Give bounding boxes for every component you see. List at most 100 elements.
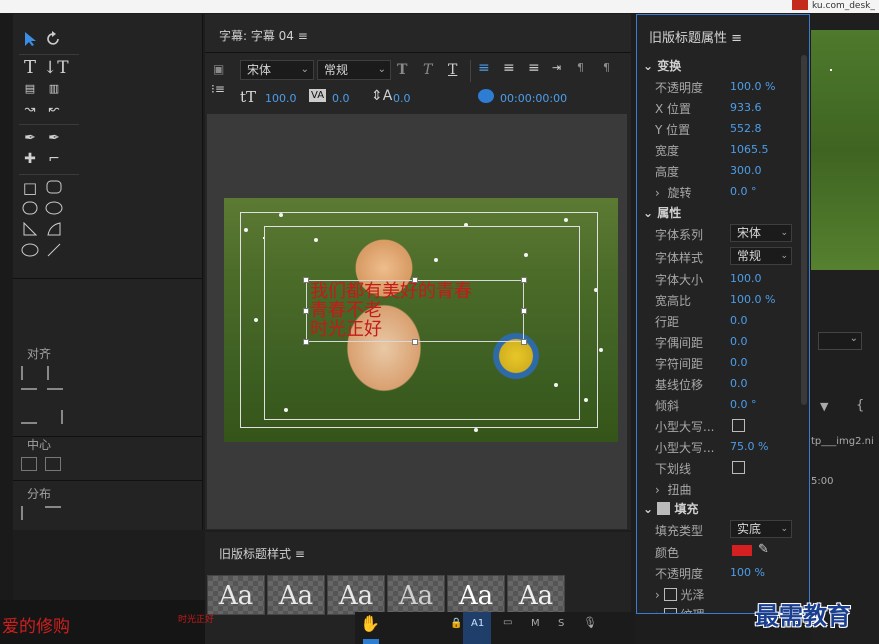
- small-caps-checkbox[interactable]: [732, 419, 745, 432]
- panel-menu-icon[interactable]: ≡: [731, 31, 742, 46]
- attributes-section[interactable]: ⌄ 属性: [643, 204, 681, 221]
- vertical-type-tool-icon[interactable]: ↓T: [43, 58, 69, 78]
- align-right-text-icon[interactable]: ≡: [528, 60, 540, 76]
- transform-section[interactable]: ⌄ 变换: [643, 57, 681, 74]
- panel-menu-icon[interactable]: ≡: [295, 547, 305, 561]
- prop-value[interactable]: 0.0 °: [730, 185, 757, 198]
- fill-section[interactable]: ⌄ 填充: [643, 500, 698, 517]
- align-top-icon[interactable]: [21, 388, 37, 402]
- rotate-tool-icon[interactable]: [43, 29, 65, 49]
- tab-stops-icon[interactable]: ⇥: [552, 61, 561, 74]
- fill-color-swatch[interactable]: [732, 545, 752, 556]
- prop-value[interactable]: 552.8: [730, 122, 762, 135]
- properties-tab[interactable]: 旧版标题属性 ≡: [649, 27, 742, 46]
- align-left-text-icon[interactable]: ≡: [478, 60, 490, 76]
- prop-value[interactable]: 100 %: [730, 566, 765, 579]
- texture-checkbox[interactable]: [663, 608, 677, 613]
- rounded-corner-tool-icon[interactable]: [43, 199, 65, 219]
- bold-button[interactable]: T: [397, 62, 407, 78]
- vertical-area-type-tool-icon[interactable]: ▥: [43, 79, 65, 99]
- font-style-dropdown[interactable]: 常规 ⌄: [730, 247, 792, 265]
- panel-menu-icon[interactable]: ≡: [298, 29, 308, 43]
- convert-anchor-tool-icon[interactable]: ⌐: [43, 149, 65, 169]
- prop-value[interactable]: 0.0: [730, 335, 748, 348]
- center-horizontal-icon[interactable]: [21, 457, 37, 471]
- kerning-value[interactable]: 0.0: [332, 92, 350, 105]
- leading-value[interactable]: 0.0: [393, 92, 411, 105]
- paragraph-ltr-icon[interactable]: ¶: [603, 61, 610, 74]
- roll-crawl-icon[interactable]: ⁝≡: [211, 82, 225, 96]
- wedge-tool-icon[interactable]: [19, 220, 41, 240]
- add-anchor-tool-icon[interactable]: ✚: [19, 149, 41, 169]
- eyedropper-icon[interactable]: ✎: [758, 542, 769, 557]
- title-styles-tab[interactable]: 旧版标题样式 ≡: [219, 545, 305, 562]
- resize-handle[interactable]: [521, 308, 527, 314]
- align-center-text-icon[interactable]: ≡: [503, 60, 515, 76]
- style-swatch[interactable]: Aa: [387, 575, 445, 615]
- title-canvas[interactable]: 我们都有美好的青春 青春不老 时光正好: [207, 114, 627, 529]
- prop-value[interactable]: 100.0 %: [730, 80, 775, 93]
- style-swatch[interactable]: Aa: [327, 575, 385, 615]
- clipped-corner-tool-icon[interactable]: [19, 199, 41, 219]
- line-tool-icon[interactable]: [43, 241, 65, 261]
- style-swatch[interactable]: Aa: [267, 575, 325, 615]
- path-type-tool-icon[interactable]: ↝: [19, 100, 41, 120]
- font-style-dropdown[interactable]: 常规 ⌄: [317, 60, 391, 80]
- font-size-value[interactable]: 100.0: [265, 92, 297, 105]
- rectangle-tool-icon[interactable]: □: [19, 178, 41, 198]
- style-swatch[interactable]: Aa: [507, 575, 565, 615]
- style-swatch[interactable]: Aa: [207, 575, 265, 615]
- align-right-icon[interactable]: [47, 410, 63, 424]
- sheen-checkbox[interactable]: [663, 588, 677, 601]
- prop-value[interactable]: 0.0: [730, 377, 748, 390]
- ellipse-tool-icon[interactable]: [19, 241, 41, 261]
- prop-value[interactable]: 300.0: [730, 164, 762, 177]
- distribute-left-icon[interactable]: [21, 506, 37, 520]
- italic-button[interactable]: T: [423, 62, 432, 78]
- background-dropdown[interactable]: ⌄: [818, 332, 862, 350]
- resize-handle[interactable]: [303, 339, 309, 345]
- fill-type-dropdown[interactable]: 实底 ⌄: [730, 520, 792, 538]
- prop-value[interactable]: 75.0 %: [730, 440, 768, 453]
- prop-value[interactable]: 0.0 °: [730, 398, 757, 411]
- properties-scrollbar[interactable]: [801, 55, 807, 405]
- resize-handle[interactable]: [303, 308, 309, 314]
- show-background-video-icon[interactable]: [478, 89, 494, 103]
- close-button[interactable]: [792, 0, 808, 10]
- style-swatch[interactable]: Aa: [447, 575, 505, 615]
- prop-row-distort[interactable]: › 扭曲: [637, 478, 797, 499]
- prop-row-rotation[interactable]: › 旋转 0.0 °: [637, 181, 797, 202]
- align-left-icon[interactable]: [21, 366, 37, 380]
- area-type-tool-icon[interactable]: ▤: [19, 79, 41, 99]
- align-bottom-icon[interactable]: [21, 410, 37, 424]
- prop-value[interactable]: 0.0: [730, 314, 748, 327]
- prop-value[interactable]: 933.6: [730, 101, 762, 114]
- resize-handle[interactable]: [521, 277, 527, 283]
- prop-value[interactable]: 100.0 %: [730, 293, 775, 306]
- title-tab[interactable]: 字幕: 字幕 04 ≡: [219, 27, 308, 44]
- paragraph-rtl-icon[interactable]: ¶: [577, 61, 584, 74]
- arc-tool-icon[interactable]: [43, 220, 65, 240]
- prop-value[interactable]: 1065.5: [730, 143, 769, 156]
- selection-tool-icon[interactable]: [19, 29, 41, 49]
- align-middle-icon[interactable]: [47, 388, 63, 402]
- underline-button[interactable]: T: [448, 62, 457, 78]
- title-template-icon[interactable]: ▣: [213, 62, 224, 76]
- resize-handle[interactable]: [521, 339, 527, 345]
- pen-tool-icon[interactable]: ✒: [19, 128, 41, 148]
- center-vertical-icon[interactable]: [45, 457, 61, 471]
- underline-checkbox[interactable]: [732, 461, 745, 474]
- resize-handle[interactable]: [412, 339, 418, 345]
- font-family-dropdown[interactable]: 宋体 ⌄: [240, 60, 314, 80]
- resize-handle[interactable]: [303, 277, 309, 283]
- align-center-h-icon[interactable]: [47, 366, 63, 380]
- type-tool-icon[interactable]: T: [19, 58, 41, 78]
- delete-anchor-tool-icon[interactable]: ✒: [43, 128, 65, 148]
- font-family-dropdown[interactable]: 宋体 ⌄: [730, 224, 792, 242]
- prop-value[interactable]: 100.0: [730, 272, 762, 285]
- timecode-value[interactable]: 00:00:00:00: [500, 92, 567, 105]
- prop-value[interactable]: 0.0: [730, 356, 748, 369]
- distribute-top-icon[interactable]: [45, 506, 61, 520]
- fill-checkbox[interactable]: [657, 502, 671, 515]
- rounded-rectangle-tool-icon[interactable]: [43, 178, 65, 198]
